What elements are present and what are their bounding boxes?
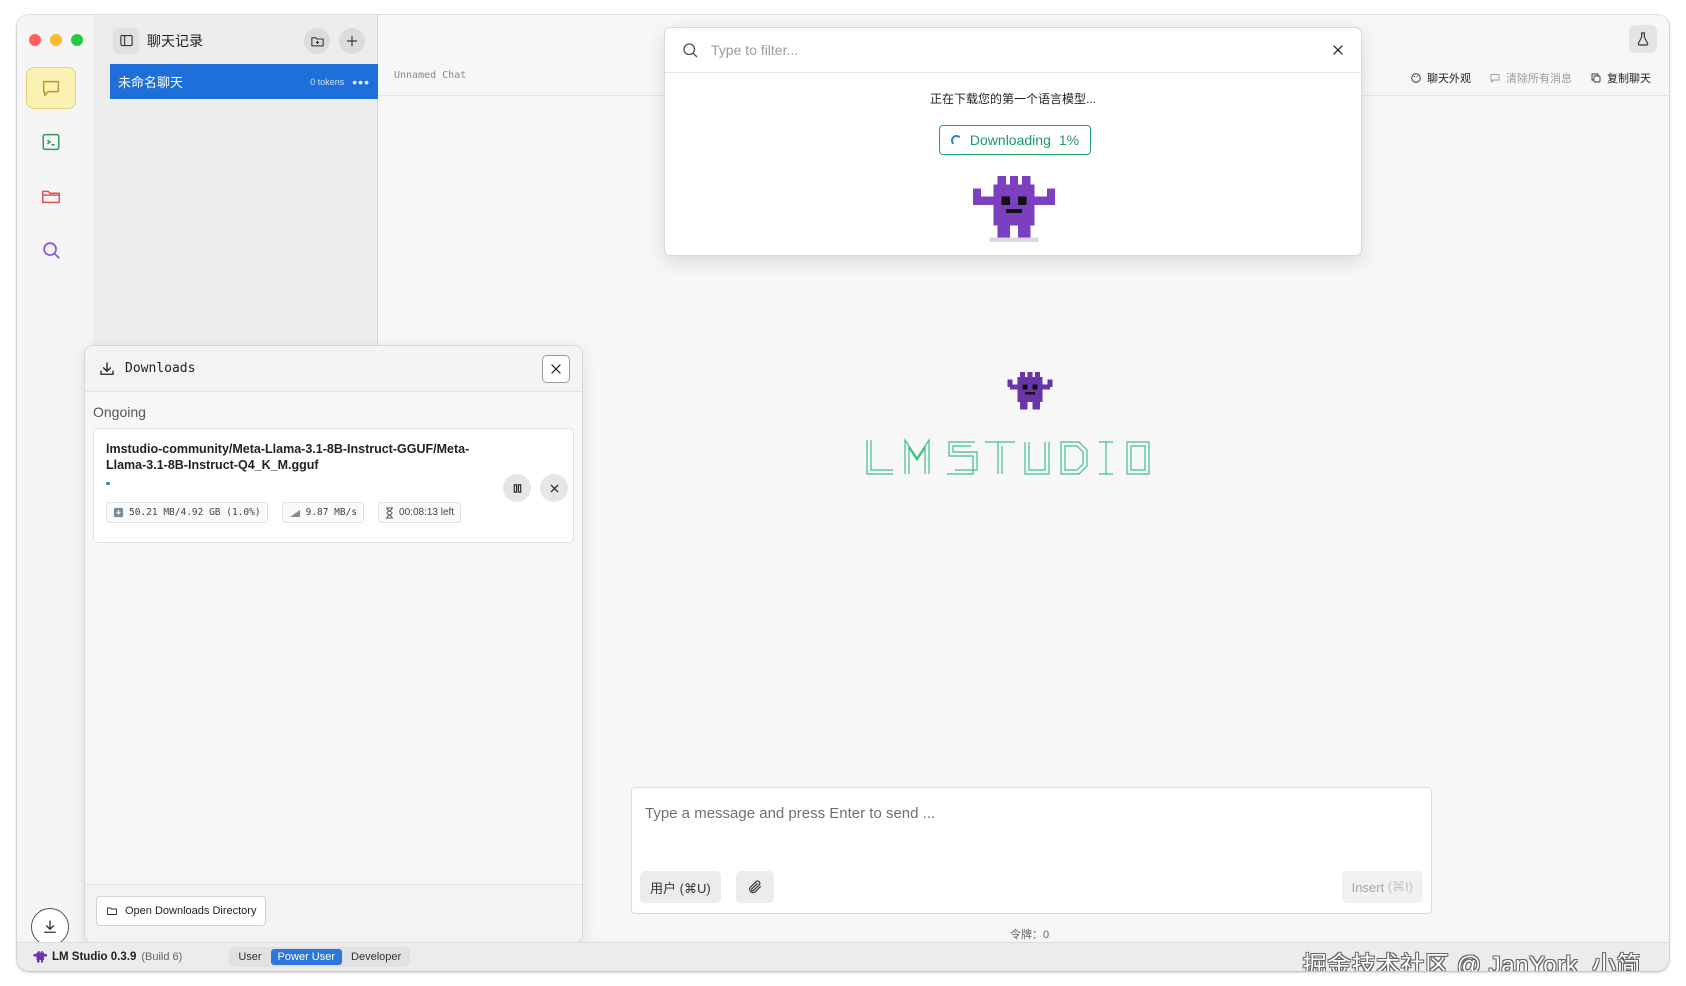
cancel-download-button[interactable] <box>540 474 568 502</box>
folder-plus-icon <box>310 36 324 46</box>
nav-discover-button[interactable] <box>26 229 76 271</box>
chat-appearance-button[interactable]: 聊天外观 <box>1410 70 1471 86</box>
ongoing-section-label: Ongoing <box>93 404 146 420</box>
download-size-chip: 50.21 MB/4.92 GB (1.0%) <box>106 502 268 523</box>
pause-icon <box>513 483 521 493</box>
attach-file-button[interactable] <box>736 871 774 903</box>
downloading-status-button[interactable]: Downloading 1% <box>939 125 1091 155</box>
downloading-percent: 1% <box>1058 132 1080 148</box>
download-speed: 9.87 MB/s <box>305 507 358 518</box>
open-downloads-directory-label: Open Downloads Directory <box>125 905 257 917</box>
flask-icon <box>1637 32 1649 46</box>
close-icon <box>550 484 558 492</box>
duplicate-chat-button[interactable]: 复制聊天 <box>1590 70 1651 86</box>
close-downloads-button[interactable] <box>542 355 570 383</box>
mode-power-user[interactable]: Power User <box>270 949 343 965</box>
download-progress-bar <box>106 482 476 485</box>
chat-item-tokens: 0 tokens <box>310 76 345 87</box>
download-file-name: lmstudio-community/Meta-Llama-3.1-8B-Ins… <box>106 442 470 472</box>
download-speed-chip: 9.87 MB/s <box>281 502 365 523</box>
new-folder-button[interactable] <box>304 28 330 54</box>
token-count: 令牌：0 <box>1010 929 1050 941</box>
app-build: (Build 6) <box>141 951 183 963</box>
clear-messages-button[interactable]: 清除所有消息 <box>1489 70 1572 86</box>
mode-user[interactable]: User <box>231 949 268 965</box>
downloads-toggle-button[interactable] <box>31 908 69 946</box>
insert-shortcut: (⌘I) <box>1387 879 1413 894</box>
sidebar-icon <box>119 34 133 47</box>
filter-input[interactable] <box>711 42 1271 58</box>
close-icon <box>551 364 561 374</box>
close-filter-button[interactable] <box>1329 41 1347 59</box>
message-input[interactable]: Type a message and press Enter to send .… <box>645 805 935 822</box>
plus-icon <box>346 35 358 47</box>
nav-developer-button[interactable] <box>26 121 76 163</box>
search-icon <box>43 242 60 259</box>
lmstudio-mascot-large <box>973 176 1055 242</box>
open-downloads-directory-button[interactable]: Open Downloads Directory <box>96 896 267 926</box>
downloads-footer: Open Downloads Directory <box>85 884 582 942</box>
download-stats: 50.21 MB/4.92 GB (1.0%) 9.87 MB/s 00:08:… <box>106 502 462 523</box>
download-icon <box>100 361 114 375</box>
toggle-sidebar-button[interactable] <box>113 27 139 54</box>
downloading-message: 正在下载您的第一个语言模型... <box>929 92 1096 106</box>
lmstudio-ascii-logo <box>866 438 1150 475</box>
folder-icon <box>107 907 117 915</box>
speed-icon <box>289 509 300 517</box>
hourglass-icon <box>386 507 394 518</box>
duplicate-chat-label: 复制聊天 <box>1607 73 1651 85</box>
chat-item-name: 未命名聊天 <box>118 75 184 90</box>
spinner-icon <box>950 134 962 146</box>
downloading-label: Downloading <box>969 132 1051 148</box>
download-icon <box>44 920 56 933</box>
copy-icon <box>1591 73 1601 83</box>
history-header: 聊天记录 <box>93 15 377 66</box>
chat-bubble-icon <box>42 80 60 97</box>
role-toggle-button[interactable]: 用户 (⌘U) <box>640 871 721 903</box>
lmstudio-mascot-small <box>1007 372 1053 410</box>
message-composer[interactable]: Type a message and press Enter to send .… <box>631 787 1432 914</box>
search-icon <box>683 43 698 58</box>
nav-rail <box>17 15 84 946</box>
downloads-panel: Downloads Ongoing lmstudio-community/Met… <box>84 345 583 943</box>
downloads-header: Downloads <box>85 346 582 392</box>
insert-button[interactable]: Insert (⌘I) <box>1341 871 1423 903</box>
close-icon <box>1333 45 1343 55</box>
nav-chat-button[interactable] <box>26 67 76 109</box>
nav-my-models-button[interactable] <box>26 175 76 217</box>
downloads-title: Downloads <box>125 361 196 376</box>
terminal-icon <box>42 133 60 151</box>
chat-list-item[interactable]: 未命名聊天 0 tokens ••• <box>110 64 378 99</box>
chat-appearance-label: 聊天外观 <box>1427 73 1471 85</box>
app-version: LM Studio 0.3.9 <box>52 951 137 963</box>
palette-icon <box>1411 73 1421 83</box>
clear-messages-label: 清除所有消息 <box>1506 73 1572 85</box>
lmstudio-logo-icon <box>33 951 47 963</box>
download-eta: 00:08:13 left <box>399 507 455 518</box>
experimental-button[interactable] <box>1629 25 1657 53</box>
download-box-icon <box>113 507 124 518</box>
download-item: lmstudio-community/Meta-Llama-3.1-8B-Ins… <box>93 428 574 543</box>
download-size: 50.21 MB/4.92 GB (1.0%) <box>129 507 261 518</box>
model-filter-popup: 正在下载您的第一个语言模型... Downloading 1% <box>664 27 1362 256</box>
watermark: 掘金技术社区 @ JanYork_小简 <box>1302 952 1641 971</box>
chat-item-more-icon[interactable]: ••• <box>352 74 370 90</box>
pause-download-button[interactable] <box>503 474 531 502</box>
download-progress-fill <box>106 482 111 485</box>
mode-developer[interactable]: Developer <box>344 949 408 965</box>
filter-search-bar <box>665 28 1361 73</box>
insert-label: Insert <box>1351 879 1385 895</box>
clear-chat-icon <box>1490 74 1500 84</box>
new-chat-button[interactable] <box>339 28 365 54</box>
mode-switcher: User Power User Developer <box>229 947 411 967</box>
status-bar: LM Studio 0.3.9 (Build 6) User Power Use… <box>17 942 1669 971</box>
history-title: 聊天记录 <box>147 32 203 49</box>
paperclip-icon <box>749 880 761 894</box>
chat-title[interactable]: Unnamed Chat <box>394 70 466 81</box>
folder-icon <box>42 190 60 204</box>
download-eta-chip: 00:08:13 left <box>378 502 462 523</box>
